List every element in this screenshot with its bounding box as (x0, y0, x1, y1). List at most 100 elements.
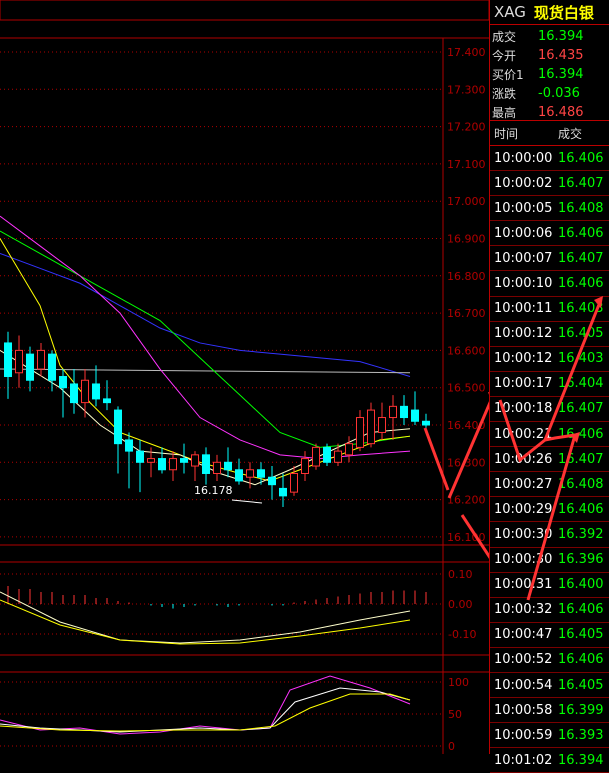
tick-time: 10:00:12 (494, 351, 553, 367)
candle-body (213, 461, 221, 474)
tick-price: 16.407 (558, 175, 604, 191)
ma30-line (0, 230, 411, 448)
candle-body (15, 349, 23, 374)
symbol-header: XAG 现货白银 (490, 0, 609, 25)
candle-body (169, 458, 177, 471)
candle-body (400, 405, 408, 419)
quote-label: 买价1 (492, 68, 524, 82)
tick-time: 10:00:54 (494, 677, 553, 693)
quote-row: 买价1 16.394 (490, 65, 609, 84)
ticks-header-time: 时间 (494, 126, 519, 141)
tick-row: 10:00:05 16.408 (490, 196, 609, 222)
quote-row: 涨跌 -0.036 (490, 84, 609, 103)
quote-label: 最高 (492, 106, 517, 120)
tick-time: 10:01:02 (494, 752, 553, 768)
ticks-header-price: 成交 (558, 126, 583, 141)
tick-price: 16.399 (558, 702, 604, 718)
tick-price: 16.406 (558, 602, 604, 618)
macd-tick-label: 0.10 (448, 568, 473, 581)
tick-time: 10:00:00 (494, 150, 553, 166)
tick-price: 16.405 (558, 326, 604, 342)
tick-row: 10:00:31 16.400 (490, 573, 609, 598)
candle-body (158, 458, 166, 471)
tick-price: 16.406 (558, 225, 604, 241)
tick-price: 16.400 (558, 577, 604, 593)
candle-body (103, 398, 111, 404)
tick-time: 10:00:59 (494, 727, 553, 743)
tick-price: 16.396 (558, 552, 604, 568)
tick-price: 16.407 (558, 451, 604, 467)
tick-price: 16.407 (558, 401, 604, 417)
candle-body (180, 458, 188, 463)
price-tick-label: 17.000 (447, 195, 486, 208)
price-tick-label: 16.200 (447, 494, 486, 507)
tick-row: 10:00:32 16.406 (490, 598, 609, 623)
candle-body (312, 446, 320, 467)
quote-row: 最高 16.486 (490, 103, 609, 122)
tick-time: 10:00:21 (494, 426, 553, 442)
title-bar (0, 0, 489, 21)
candle-body (290, 472, 298, 493)
tick-price: 16.407 (558, 250, 604, 266)
symbol-name: 现货白银 (533, 3, 594, 22)
tick-time: 10:00:52 (494, 652, 553, 668)
tick-time: 10:00:02 (494, 175, 553, 191)
tick-price: 16.406 (558, 276, 604, 292)
quote-value: 16.394 (538, 67, 584, 82)
candle-body (125, 439, 133, 452)
tick-time: 10:00:32 (494, 602, 553, 618)
quote-label: 成交 (492, 30, 517, 44)
price-tick-label: 16.700 (447, 307, 486, 320)
candle-body (356, 417, 364, 448)
price-tick-label: 16.500 (447, 382, 486, 395)
candle-body (4, 342, 12, 378)
tick-time: 10:00:58 (494, 702, 553, 718)
macd-tick-label: -0.10 (448, 628, 476, 641)
price-tick-label: 17.300 (447, 83, 486, 96)
tick-row: 10:00:54 16.405 (490, 673, 609, 699)
tick-price: 16.394 (558, 752, 604, 768)
candle-body (301, 458, 309, 474)
candle-body (70, 383, 78, 404)
candle-body (334, 450, 342, 463)
tick-row: 10:00:00 16.406 (490, 146, 609, 172)
tick-row: 10:01:02 16.394 (490, 748, 609, 773)
tick-row: 10:00:02 16.407 (490, 171, 609, 197)
candle-body (136, 450, 144, 463)
tick-price: 16.408 (558, 200, 604, 216)
tick-time: 10:00:31 (494, 577, 553, 593)
tick-list[interactable]: 10:00:00 16.406 10:00:02 16.407 10:00:05 16.4… (490, 146, 609, 773)
tick-price: 16.406 (558, 150, 604, 166)
tick-price: 16.404 (558, 376, 604, 392)
tick-price: 16.406 (558, 501, 604, 517)
tick-row: 10:00:21 16.406 (490, 422, 609, 448)
tick-time: 10:00:26 (494, 451, 553, 467)
tick-row: 10:00:12 16.403 (490, 347, 609, 372)
candle-body (345, 443, 353, 456)
tick-row: 10:00:52 16.406 (490, 648, 609, 673)
candle-body (147, 458, 155, 463)
price-tick-label: 16.900 (447, 233, 486, 246)
macd-tick-label: 0.00 (448, 598, 473, 611)
tick-row: 10:00:27 16.408 (490, 472, 609, 498)
quote-label: 今开 (492, 49, 517, 63)
candle-body (389, 405, 397, 419)
price-tick-label: 16.800 (447, 270, 486, 283)
quote-value: 16.486 (538, 105, 584, 120)
annotation-arrow (447, 401, 489, 499)
tick-row: 10:00:59 16.393 (490, 723, 609, 749)
tick-row: 10:00:10 16.406 (490, 271, 609, 297)
candle-body (411, 409, 419, 422)
tick-price: 16.406 (558, 426, 604, 442)
tick-time: 10:00:17 (494, 376, 553, 392)
candlestick-chart[interactable]: 17.400 17.300 17.200 17.100 17.000 16.900 16.8… (0, 0, 489, 754)
price-tick-label: 17.100 (447, 158, 486, 171)
kdj-d-line (0, 693, 411, 732)
tick-time: 10:00:10 (494, 276, 553, 292)
candle-body (191, 454, 199, 467)
quote-list: 成交 16.394 今开 16.435 买价1 16.394 涨跌 -0.036 最高 16.48… (490, 25, 609, 121)
tick-time: 10:00:29 (494, 501, 553, 517)
low-price-label: 16.178 (194, 484, 233, 497)
tick-row: 10:00:26 16.407 (490, 447, 609, 473)
tick-row: 10:00:30 16.392 (490, 522, 609, 548)
